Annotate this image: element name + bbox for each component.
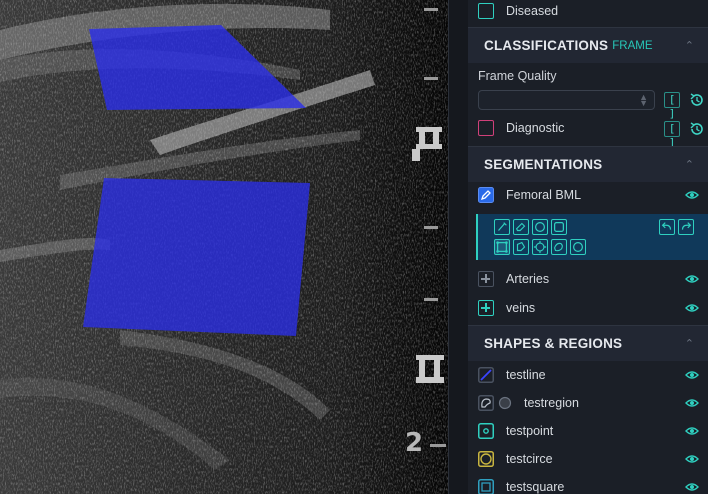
testcirce-label: testcirce bbox=[506, 452, 553, 466]
depth-scale-label: 2 bbox=[405, 428, 424, 458]
eye-icon[interactable] bbox=[685, 370, 699, 380]
shapes-regions-header[interactable]: SHAPES & REGIONS ⌃ bbox=[468, 325, 708, 361]
frame-quality-reset-icon[interactable] bbox=[689, 92, 705, 108]
point-icon bbox=[478, 423, 494, 439]
segmentation-tool-palette bbox=[476, 214, 708, 260]
shape-item-testsquare[interactable]: testsquare bbox=[468, 478, 708, 494]
classifications-header[interactable]: CLASSIFICATIONS FRAME ⌃ bbox=[468, 27, 708, 63]
classifications-subtitle: FRAME bbox=[612, 40, 653, 52]
smart-fill-tool-icon[interactable] bbox=[551, 239, 567, 255]
chevron-up-icon[interactable]: ⌃ bbox=[685, 158, 694, 171]
lasso-tool-icon[interactable] bbox=[513, 239, 529, 255]
square-icon bbox=[478, 479, 494, 494]
diagnostic-checkbox[interactable] bbox=[478, 120, 494, 136]
ellipse-tool-icon[interactable] bbox=[570, 239, 586, 255]
diagnostic-reset-icon[interactable] bbox=[689, 121, 705, 137]
ultrasound-image bbox=[0, 0, 448, 494]
line-icon bbox=[478, 367, 494, 383]
add-segment-icon[interactable] bbox=[478, 271, 494, 287]
frame-quality-bracket-button[interactable]: [ ] bbox=[664, 92, 680, 120]
redo-icon[interactable] bbox=[678, 219, 694, 235]
shape-item-testcirce[interactable]: testcirce bbox=[468, 450, 708, 468]
circle-brush-tool-icon[interactable] bbox=[532, 219, 548, 235]
eye-icon[interactable] bbox=[685, 190, 699, 200]
testpoint-label: testpoint bbox=[506, 424, 554, 438]
focus-marker-lower bbox=[416, 355, 444, 383]
brush-tool-icon[interactable] bbox=[494, 219, 510, 235]
chevron-up-icon[interactable]: ⌃ bbox=[685, 39, 694, 52]
diseased-checkbox[interactable] bbox=[478, 3, 494, 19]
select-caret-icon: ▲ ▼ bbox=[639, 92, 648, 108]
classification-diseased[interactable]: Diseased bbox=[468, 2, 708, 20]
edit-pencil-icon[interactable] bbox=[478, 187, 494, 203]
segmentations-header[interactable]: SEGMENTATIONS ⌃ bbox=[468, 146, 708, 182]
eye-icon[interactable] bbox=[685, 454, 699, 464]
region-icon bbox=[478, 395, 494, 411]
arteries-label: Arteries bbox=[506, 272, 550, 286]
diagnostic-bracket-button[interactable]: [ ] bbox=[664, 121, 680, 149]
focus-marker-upper bbox=[412, 127, 442, 161]
chevron-up-icon[interactable]: ⌃ bbox=[685, 337, 694, 350]
shape-item-testline[interactable]: testline bbox=[468, 366, 708, 384]
diagnostic-label: Diagnostic bbox=[506, 121, 565, 135]
eye-icon[interactable] bbox=[685, 274, 699, 284]
frame-quality-select[interactable]: ▲ ▼ bbox=[478, 90, 655, 110]
shape-item-testpoint[interactable]: testpoint bbox=[468, 422, 708, 440]
eye-icon[interactable] bbox=[685, 482, 699, 492]
segmentation-overlay-lower bbox=[83, 178, 310, 336]
ultrasound-viewport[interactable]: 2 bbox=[0, 0, 448, 494]
circle-icon bbox=[478, 451, 494, 467]
testsquare-label: testsquare bbox=[506, 480, 565, 494]
shape-item-testregion[interactable]: testregion bbox=[468, 394, 708, 412]
segmentations-title: SEGMENTATIONS bbox=[484, 157, 603, 172]
polygon-select-tool-icon[interactable] bbox=[494, 239, 510, 255]
panel-gutter bbox=[449, 0, 468, 494]
eye-icon[interactable] bbox=[685, 426, 699, 436]
shapes-regions-title: SHAPES & REGIONS bbox=[484, 336, 623, 351]
segmentation-item-arteries[interactable]: Arteries bbox=[468, 270, 708, 288]
region-fill-icon bbox=[498, 396, 512, 410]
classifications-title: CLASSIFICATIONS bbox=[484, 38, 609, 53]
diseased-label: Diseased bbox=[506, 4, 559, 18]
segmentation-item-veins[interactable]: veins bbox=[468, 299, 708, 317]
add-segment-icon[interactable] bbox=[478, 300, 494, 316]
testline-label: testline bbox=[506, 368, 546, 382]
femoral-bml-label: Femoral BML bbox=[506, 188, 582, 202]
frame-quality-label: Frame Quality bbox=[478, 69, 557, 83]
undo-icon[interactable] bbox=[659, 219, 675, 235]
region-grow-tool-icon[interactable] bbox=[532, 239, 548, 255]
eraser-tool-icon[interactable] bbox=[513, 219, 529, 235]
segmentation-item-femoral-bml[interactable]: Femoral BML bbox=[468, 186, 708, 204]
testregion-label: testregion bbox=[524, 396, 579, 410]
veins-label: veins bbox=[506, 301, 536, 315]
square-brush-tool-icon[interactable] bbox=[551, 219, 567, 235]
eye-icon[interactable] bbox=[685, 398, 699, 408]
eye-icon[interactable] bbox=[685, 303, 699, 313]
